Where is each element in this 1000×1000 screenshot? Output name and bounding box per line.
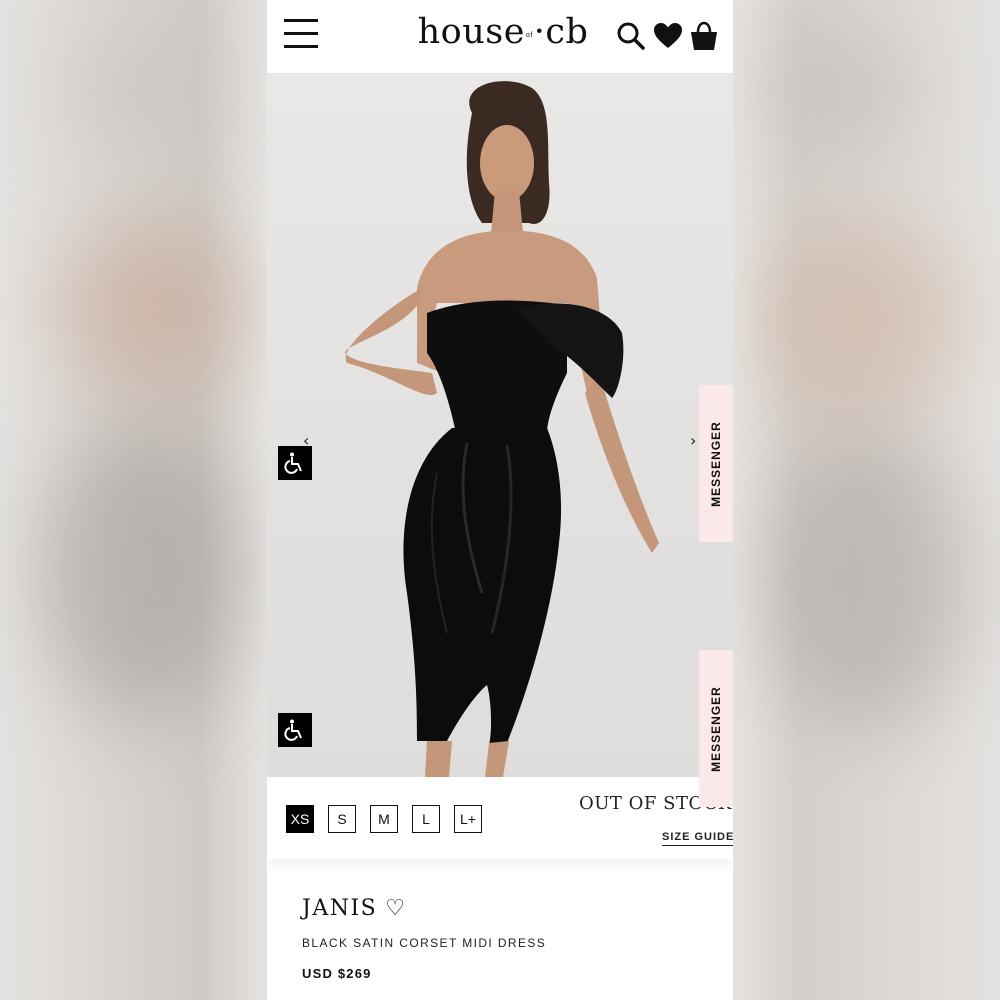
logo-dot: ·: [533, 12, 546, 52]
logo-cb: cb: [545, 12, 589, 52]
product-name: JANIS: [302, 896, 378, 921]
product-photo: [345, 81, 659, 777]
size-option-xs[interactable]: XS: [286, 805, 314, 833]
accessibility-icon[interactable]: [278, 713, 312, 747]
size-guide-link[interactable]: SIZE GUIDE: [662, 831, 733, 846]
brand-logo[interactable]: house of · cb: [417, 10, 589, 54]
mobile-page: house of · cb ‹ › MESSENGER XS S M L L+ …: [267, 0, 733, 1000]
size-option-m[interactable]: M: [370, 805, 398, 833]
logo-of: of: [525, 31, 533, 39]
size-option-l-plus[interactable]: L+: [454, 805, 482, 833]
product-title: JANIS ♡: [302, 896, 406, 921]
size-option-s[interactable]: S: [328, 805, 356, 833]
product-description: BLACK SATIN CORSET MIDI DRESS: [302, 936, 547, 950]
product-price: USD $269: [302, 966, 372, 981]
search-icon[interactable]: [615, 20, 647, 52]
wishlist-heart-icon[interactable]: ♡: [385, 896, 406, 921]
size-option-l[interactable]: L: [412, 805, 440, 833]
messenger-tab[interactable]: MESSENGER: [699, 650, 733, 807]
messenger-tab[interactable]: MESSENGER: [699, 385, 733, 542]
size-selector-bar: XS S M L L+ OUT OF STOCK SIZE GUIDE: [267, 777, 733, 859]
messenger-label: MESSENGER: [709, 685, 723, 772]
messenger-label: MESSENGER: [709, 420, 723, 507]
bag-icon[interactable]: [688, 20, 720, 52]
product-image-carousel[interactable]: ‹ › MESSENGER: [267, 73, 733, 777]
logo-house: house: [417, 12, 525, 52]
site-header: house of · cb: [267, 0, 733, 73]
accessibility-icon[interactable]: [278, 446, 312, 480]
next-image-arrow[interactable]: ›: [690, 431, 696, 450]
heart-icon[interactable]: [652, 20, 684, 52]
menu-icon[interactable]: [284, 19, 318, 49]
